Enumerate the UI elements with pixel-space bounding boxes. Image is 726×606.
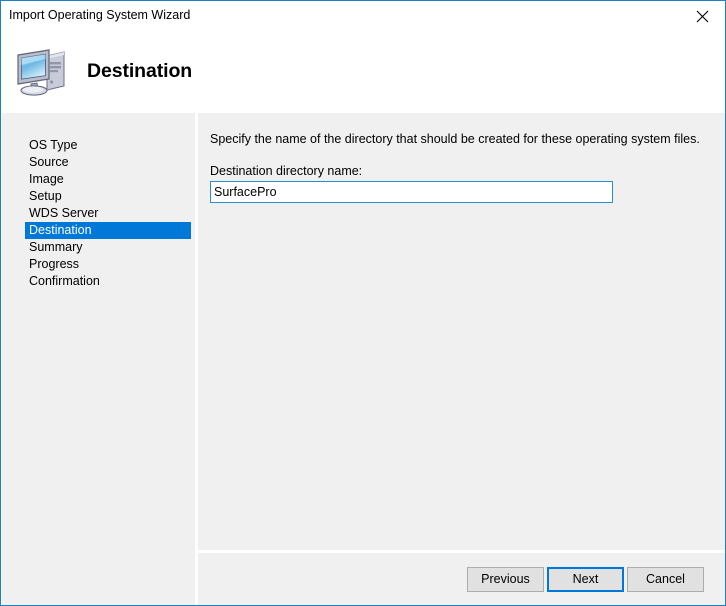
wizard-footer: Previous Next Cancel <box>198 553 725 605</box>
sidebar-item-wds-server[interactable]: WDS Server <box>2 205 195 222</box>
cancel-button[interactable]: Cancel <box>627 567 704 592</box>
title-bar: Import Operating System Wizard <box>1 1 725 32</box>
next-button[interactable]: Next <box>547 567 624 592</box>
destination-directory-input[interactable] <box>210 181 613 203</box>
sidebar-item-image[interactable]: Image <box>2 171 195 188</box>
main-content-panel: Specify the name of the directory that s… <box>198 113 725 550</box>
close-icon <box>696 10 709 23</box>
destination-directory-label: Destination directory name: <box>210 164 362 178</box>
sidebar-item-destination[interactable]: Destination <box>25 222 191 239</box>
sidebar-step-list: OS Type Source Image Setup WDS Server De… <box>2 137 195 290</box>
previous-button[interactable]: Previous <box>467 567 544 592</box>
content-description: Specify the name of the directory that s… <box>210 132 700 146</box>
sidebar-item-progress[interactable]: Progress <box>2 256 195 273</box>
import-operating-system-wizard-window: Import Operating System Wizard <box>0 0 726 606</box>
sidebar-item-os-type[interactable]: OS Type <box>2 137 195 154</box>
close-button[interactable] <box>680 1 725 31</box>
sidebar-item-summary[interactable]: Summary <box>2 239 195 256</box>
wizard-step-sidebar: OS Type Source Image Setup WDS Server De… <box>2 113 195 605</box>
sidebar-item-confirmation[interactable]: Confirmation <box>2 273 195 290</box>
computer-icon <box>14 46 70 98</box>
sidebar-item-source[interactable]: Source <box>2 154 195 171</box>
window-title: Import Operating System Wizard <box>9 8 190 22</box>
page-title: Destination <box>87 60 192 83</box>
sidebar-item-setup[interactable]: Setup <box>2 188 195 205</box>
wizard-header: Destination <box>1 32 725 113</box>
